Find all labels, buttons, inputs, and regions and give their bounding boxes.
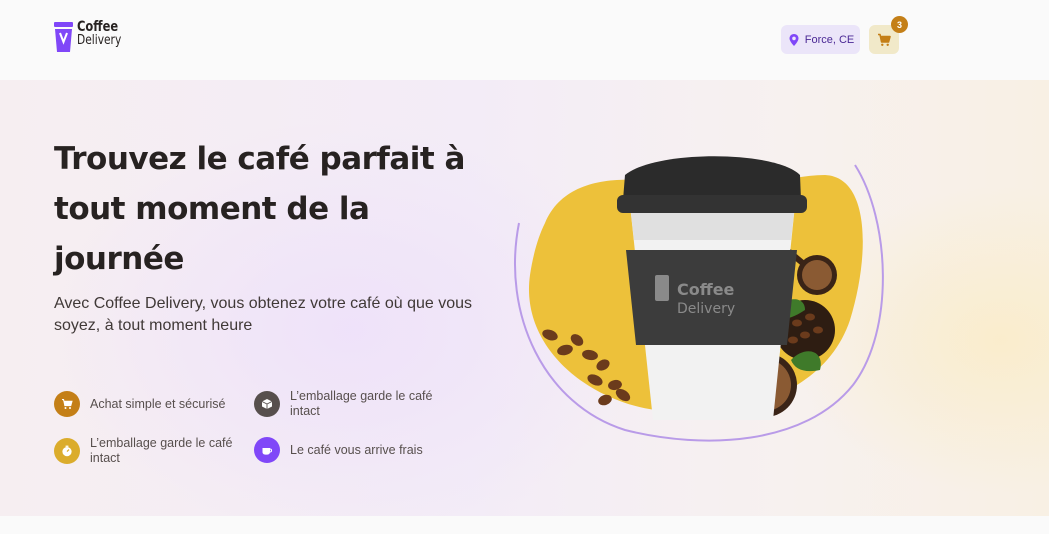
feature-label: L’emballage garde le café intact	[90, 436, 233, 465]
brand-name-line1: Coffee	[77, 19, 119, 35]
location-button[interactable]: Force, CE	[781, 25, 860, 54]
feature-fresh-coffee: Le café vous arrive frais	[254, 437, 423, 463]
feature-label: L’emballage garde le café intact	[290, 389, 433, 418]
coffee-cup-illustration: Coffee Delivery	[514, 156, 884, 442]
cup-brand-line2: Delivery	[677, 301, 735, 317]
coffee-icon	[254, 437, 280, 463]
hero-title: Trouvez le café parfait à tout moment de…	[54, 141, 465, 277]
feature-simple-purchase: Achat simple et sécurisé	[54, 391, 225, 417]
package-icon	[254, 391, 280, 417]
cart-icon	[54, 391, 80, 417]
feature-label: Le café vous arrive frais	[290, 442, 423, 457]
cart-count-badge: 3	[891, 16, 908, 33]
brand-name: Coffee Delivery	[77, 20, 121, 48]
brand-name-line2: Delivery	[77, 33, 122, 48]
feature-packaging: L’emballage garde le café intact	[254, 389, 454, 419]
feature-packaging-timer: L’emballage garde le café intact	[54, 436, 244, 466]
feature-label: Achat simple et sécurisé	[90, 396, 226, 411]
cup-brand-line1: Coffee	[677, 280, 735, 299]
brand-logo[interactable]: Coffee Delivery	[53, 20, 131, 54]
coffee-cup-logo-icon	[54, 22, 73, 52]
timer-icon	[54, 438, 80, 464]
shopping-cart-icon	[878, 33, 891, 46]
header: Coffee Delivery Force, CE 3	[0, 0, 1049, 80]
location-label: Force, CE	[804, 33, 855, 46]
bottom-strip	[0, 516, 1049, 534]
map-pin-icon	[789, 33, 799, 46]
hero-subtitle: Avec Coffee Delivery, vous obtenez votre…	[54, 295, 473, 334]
